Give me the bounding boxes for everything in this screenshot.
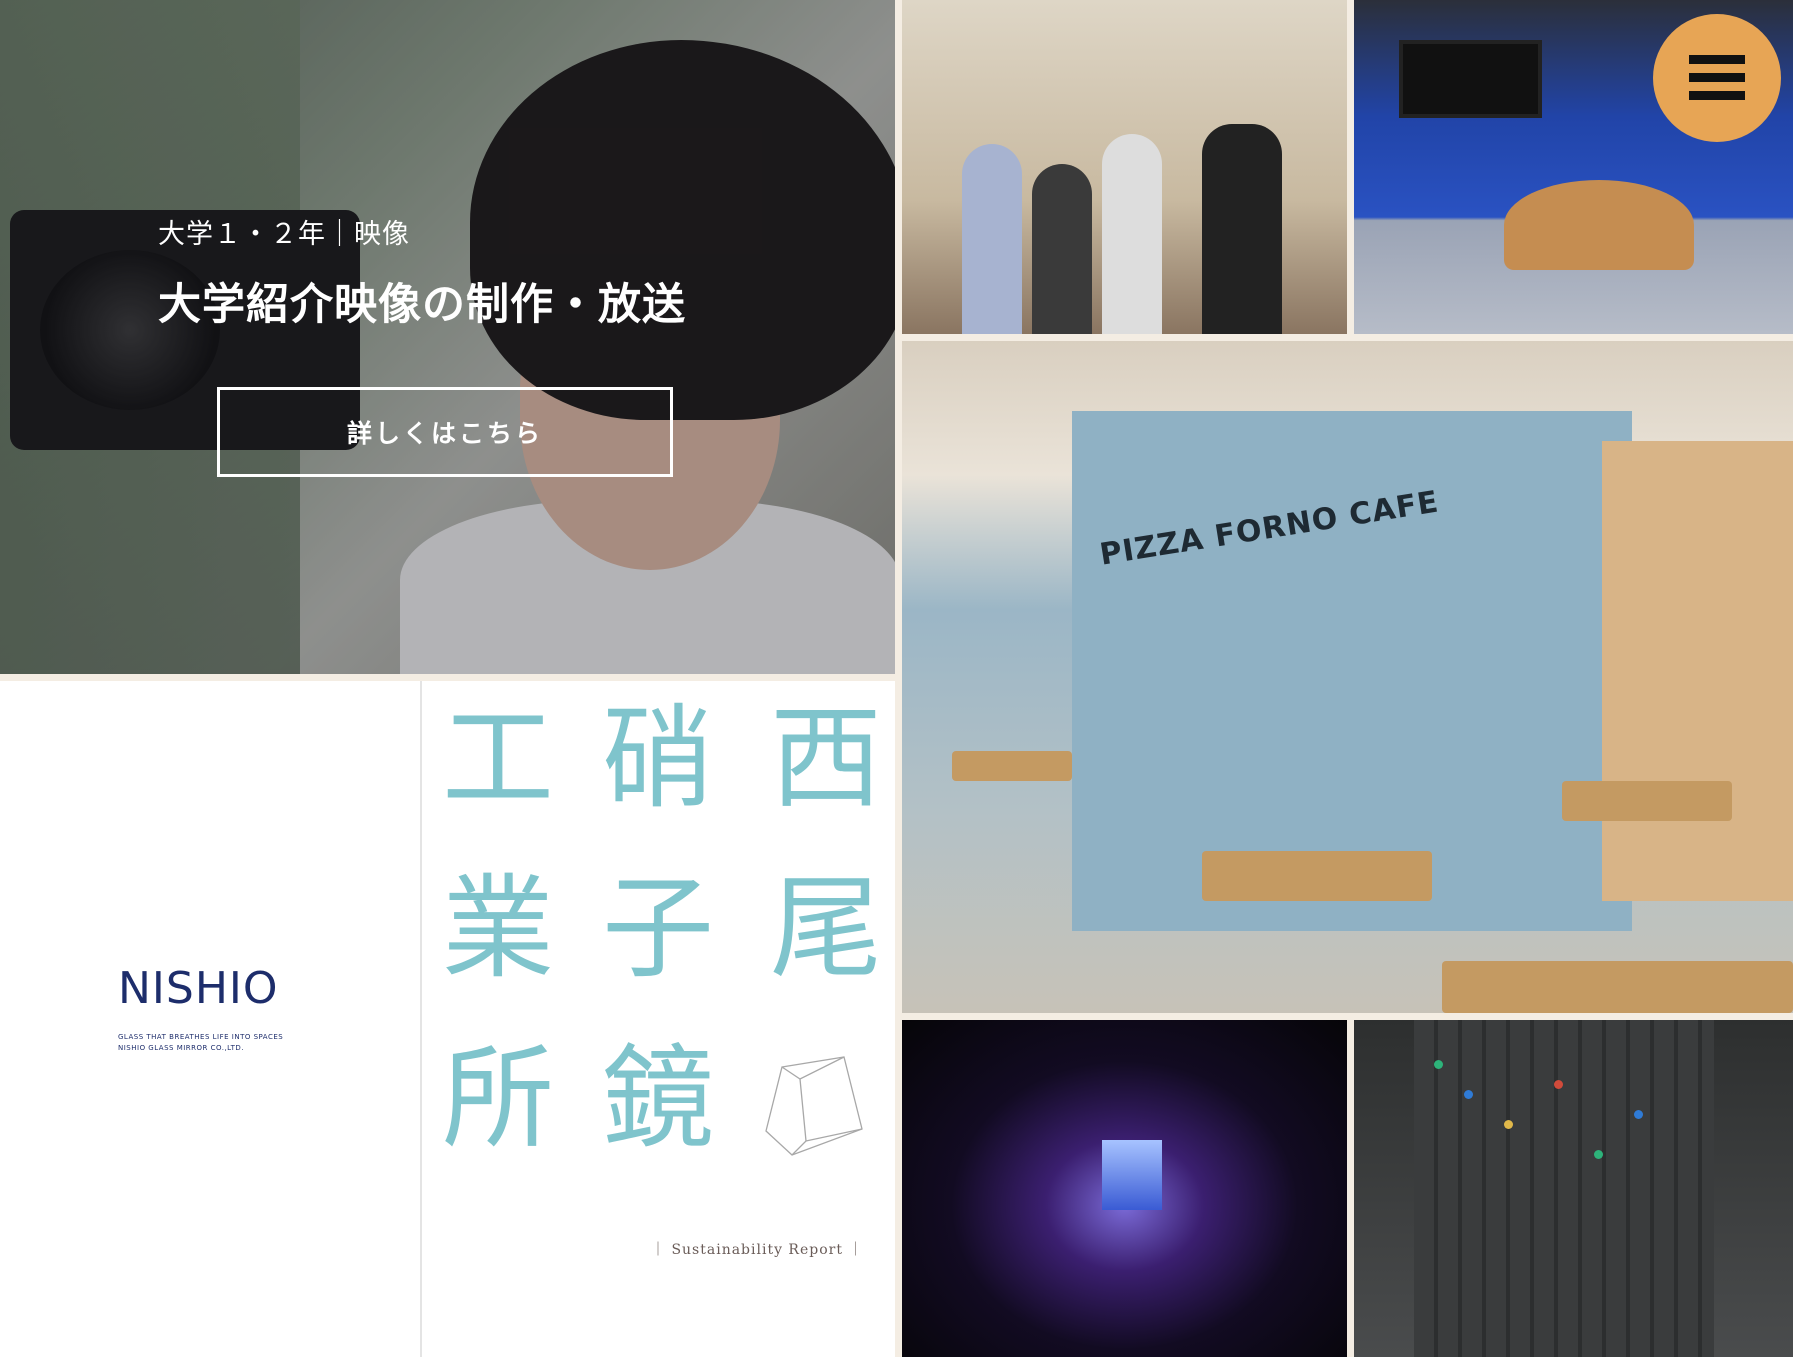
event-hall-photo[interactable]	[902, 1020, 1347, 1357]
studio-desk-image	[1504, 180, 1694, 270]
title-char: 子	[602, 864, 714, 994]
knob-shape	[1434, 1060, 1443, 1069]
stage-screen-image	[1102, 1140, 1162, 1210]
campus-cafe-photo[interactable]: PIZZA FORNO CAFE	[902, 341, 1793, 1013]
title-char: 業	[442, 864, 554, 994]
cafe-table	[1562, 781, 1732, 821]
person-shape	[1202, 124, 1282, 334]
mixer-console-image	[1414, 1020, 1714, 1357]
title-char: 工	[442, 694, 554, 824]
logo-company-name: NISHIO GLASS MIRROR CO.,LTD.	[118, 1044, 245, 1052]
studio-light-image	[1399, 40, 1542, 118]
report-caption: ｜ Sustainability Report ｜	[651, 1242, 864, 1258]
hero-banner[interactable]: 大学１・２年｜映像 大学紹介映像の制作・放送 詳しくはこちら	[0, 0, 895, 674]
title-char: 鏡	[602, 1034, 714, 1164]
knob-shape	[1554, 1080, 1563, 1089]
hamburger-menu-button[interactable]	[1653, 14, 1781, 142]
knob-shape	[1504, 1120, 1513, 1129]
title-char: 尾	[770, 864, 882, 994]
details-button[interactable]: 詳しくはこちら	[217, 387, 673, 477]
logo-tagline: GLASS THAT BREATHES LIFE INTO SPACES	[118, 1033, 284, 1041]
hero-title: 大学紹介映像の制作・放送	[158, 280, 686, 330]
hero-category: 大学１・２年｜映像	[158, 219, 410, 250]
company-logo: NISHIO	[118, 963, 279, 1014]
glass-block-icon	[765, 1056, 863, 1156]
sustainability-report-cover[interactable]: NISHIO GLASS THAT BREATHES LIFE INTO SPA…	[0, 681, 895, 1357]
hamburger-menu-icon	[1689, 55, 1745, 101]
person-shape	[1102, 134, 1162, 334]
radio-booth-photo[interactable]	[902, 0, 1347, 334]
title-char: 所	[442, 1034, 554, 1164]
title-char: 硝	[602, 694, 714, 824]
knob-shape	[1634, 1110, 1643, 1119]
audio-mixer-photo[interactable]	[1354, 1020, 1793, 1357]
cafe-table	[952, 751, 1072, 781]
cafe-table	[1442, 961, 1793, 1013]
students-group-image	[942, 90, 1302, 334]
cafe-table	[1202, 851, 1432, 901]
person-shape	[1032, 164, 1092, 334]
person-shape	[962, 144, 1022, 334]
knob-shape	[1464, 1090, 1473, 1099]
knob-shape	[1594, 1150, 1603, 1159]
report-divider	[420, 681, 422, 1357]
hero-overlay	[0, 0, 895, 674]
title-char: 西	[770, 694, 882, 824]
bookshelf-image	[1602, 441, 1793, 901]
